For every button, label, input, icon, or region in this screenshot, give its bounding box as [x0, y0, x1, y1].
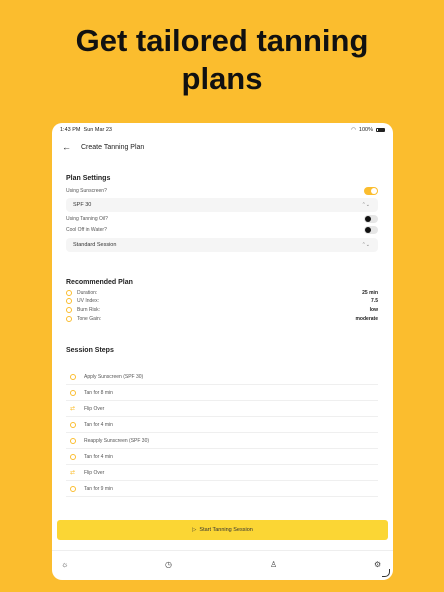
shield-icon [66, 307, 72, 313]
plan-row-label: Tone Gain: [77, 316, 102, 322]
session-step: Apply Sunscreen (SPF 30) [66, 369, 378, 385]
plan-row-tone-gain: Tone Gain: moderate [66, 315, 378, 323]
tanning-oil-toggle[interactable] [364, 215, 378, 223]
start-session-label: Start Tanning Session [199, 527, 253, 533]
step-label: Tan for 4 min [84, 453, 113, 460]
session-step: Tan for 9 min [66, 481, 378, 497]
person-icon[interactable]: ♙ [270, 560, 277, 569]
battery-icon [376, 127, 385, 133]
sparkle-icon [66, 316, 72, 322]
toggle-knob [365, 216, 371, 222]
timer-icon[interactable]: ◷ [165, 560, 172, 569]
using-sunscreen-label: Using Sunscreen? [66, 188, 107, 194]
using-sunscreen-toggle[interactable] [364, 187, 378, 195]
status-time: 1:43 PM [60, 127, 81, 133]
step-label: Apply Sunscreen (SPF 30) [84, 373, 144, 380]
battery-percent: 100% [358, 127, 373, 133]
clock-icon [70, 389, 76, 396]
headline-line-2: plans [181, 61, 263, 96]
cool-off-toggle[interactable] [364, 226, 378, 234]
nav-bar: ← Create Tanning Plan [52, 140, 393, 154]
plan-row-label: Burn Risk: [77, 307, 101, 313]
play-icon: ▷ [192, 527, 197, 533]
step-label: Tan for 9 min [84, 485, 113, 492]
device-screen: 1:43 PM Sun Mar 23 ◠ 100% ← Create Tanni… [52, 123, 393, 580]
clock-icon [66, 290, 72, 296]
clock-icon [70, 421, 76, 428]
step-label: Tan for 8 min [84, 389, 113, 396]
spf-select-value: SPF 30 [73, 202, 92, 208]
plan-row-value: moderate [355, 316, 378, 322]
plan-row-value: low [369, 307, 378, 313]
plan-row-duration: Duration: 25 min [66, 289, 378, 297]
chevron-updown-icon: ⌃⌄ [361, 202, 370, 208]
spf-select[interactable]: SPF 30 ⌃⌄ [66, 198, 378, 212]
session-type-value: Standard Session [73, 242, 117, 248]
step-label: Tan for 4 min [84, 421, 113, 428]
tab-bar: ☼ ◷ ♙ ⚙ [52, 550, 393, 580]
wifi-icon: ◠ [351, 127, 356, 133]
toggle-knob [365, 227, 371, 233]
plan-row-value: 7.5 [371, 298, 378, 304]
toggle-knob [371, 188, 377, 194]
clock-icon [70, 437, 76, 444]
gear-icon[interactable]: ⚙ [374, 560, 381, 569]
plan-settings-title: Plan Settings [66, 175, 111, 182]
plan-row-uv-index: UV Index: 7.5 [66, 297, 378, 305]
step-label: Reapply Sunscreen (SPF 30) [84, 437, 150, 444]
chevron-updown-icon: ⌃⌄ [361, 242, 370, 248]
session-step: Tan for 4 min [66, 449, 378, 465]
plan-row-label: Duration: [77, 290, 98, 296]
session-step: ⇄ Flip Over [66, 401, 378, 417]
recommended-plan-title: Recommended Plan [66, 279, 133, 286]
tanning-oil-label: Using Tanning Oil? [66, 216, 108, 222]
back-arrow-icon[interactable]: ← [62, 142, 71, 152]
session-step: Tan for 8 min [66, 385, 378, 401]
step-label: Flip Over [84, 469, 105, 476]
start-tanning-session-button[interactable]: ▷ Start Tanning Session [57, 520, 388, 540]
step-label: Flip Over [84, 405, 105, 412]
session-step: ⇄ Flip Over [66, 465, 378, 481]
clock-icon [70, 453, 76, 460]
status-date: Sun Mar 23 [83, 127, 112, 133]
headline-line-1: Get tailored tanning [75, 23, 369, 58]
session-type-select[interactable]: Standard Session ⌃⌄ [66, 238, 378, 252]
clock-icon [70, 485, 76, 492]
session-step: Tan for 4 min [66, 417, 378, 433]
session-step: Reapply Sunscreen (SPF 30) [66, 433, 378, 449]
sun-icon [66, 298, 72, 304]
sun-icon[interactable]: ☼ [61, 560, 68, 569]
clock-icon [70, 373, 76, 380]
headline: Get tailored tanning plans [0, 22, 444, 98]
session-steps-title: Session Steps [66, 347, 114, 354]
plan-row-label: UV Index: [77, 298, 99, 304]
cool-off-label: Cool Off in Water? [66, 227, 107, 233]
status-bar: 1:43 PM Sun Mar 23 ◠ 100% [52, 123, 393, 137]
flip-icon: ⇄ [70, 469, 76, 476]
plan-row-value: 25 min [362, 290, 378, 296]
plan-row-burn-risk: Burn Risk: low [66, 306, 378, 314]
nav-title: Create Tanning Plan [81, 143, 145, 151]
flip-icon: ⇄ [70, 405, 76, 412]
